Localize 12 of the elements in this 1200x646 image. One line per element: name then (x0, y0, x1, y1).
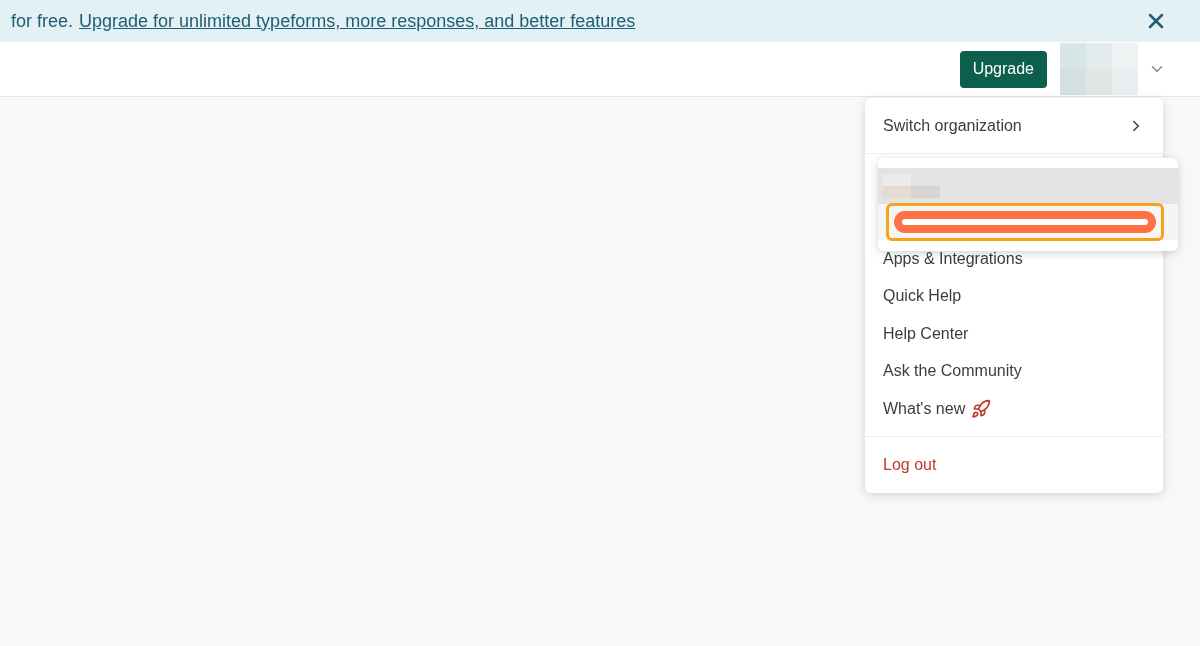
menu-item[interactable]: Quick Help (865, 277, 1163, 315)
menu-item[interactable]: What's new (865, 390, 1163, 428)
switch-organization-item[interactable]: Switch organization (865, 98, 1163, 154)
upgrade-link[interactable]: Upgrade for unlimited typeforms, more responses, and better features (79, 7, 636, 35)
menu-item[interactable]: Ask the Community (865, 352, 1163, 390)
blurred-name (882, 174, 940, 198)
banner-text: for free. (11, 9, 74, 33)
organization-item[interactable] (878, 168, 1178, 204)
rocket-icon (971, 398, 992, 419)
upgrade-button[interactable]: Upgrade (959, 50, 1047, 88)
logout-item[interactable]: Log out (865, 436, 1163, 493)
menu-item[interactable]: Help Center (865, 315, 1163, 353)
